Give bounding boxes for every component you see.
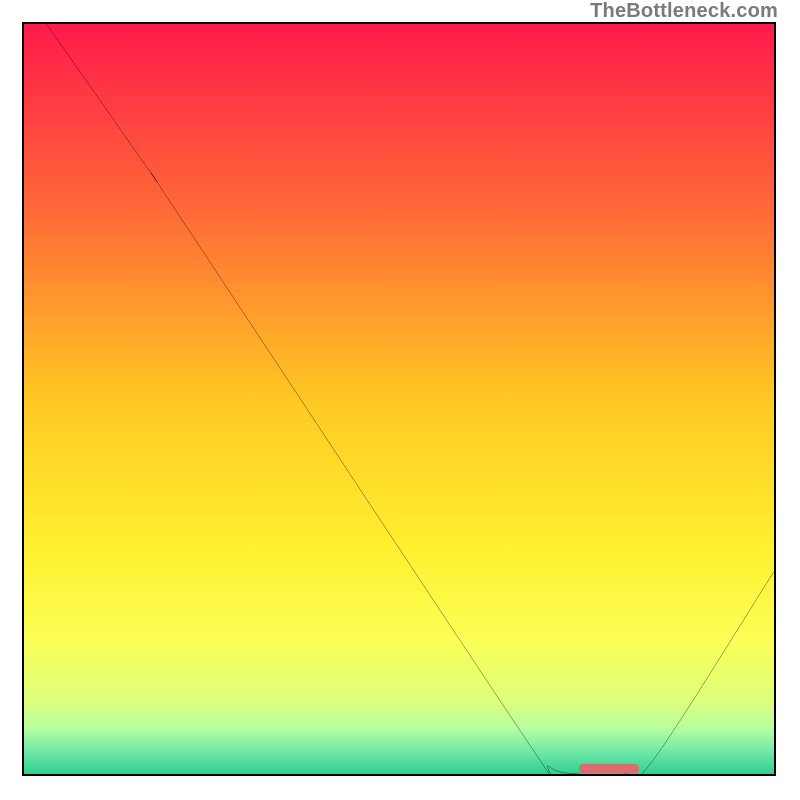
bottleneck-curve <box>24 24 774 774</box>
flat-segment-marker <box>579 764 639 773</box>
chart-frame <box>22 22 776 776</box>
curve-path <box>47 24 775 774</box>
watermark-text: TheBottleneck.com <box>590 0 778 23</box>
